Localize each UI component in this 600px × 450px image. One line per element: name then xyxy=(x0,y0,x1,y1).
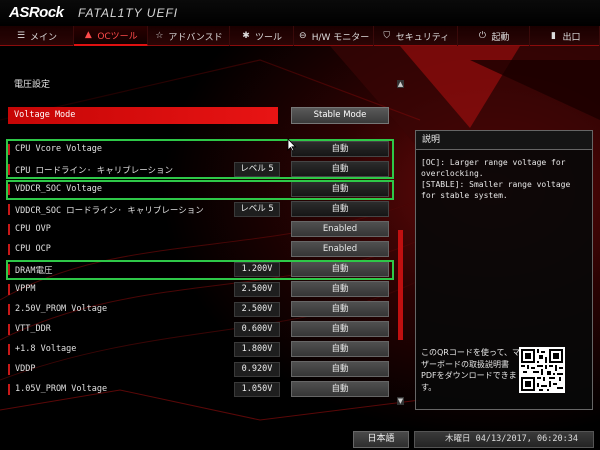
setting-label: VTT_DDR xyxy=(15,324,51,334)
setting-label: VDDCR_SOC ロードライン· キャリブレーション xyxy=(15,206,204,216)
setting-row-1v05-prom[interactable]: 1.05V_PROM Voltage 1.050V 自動 xyxy=(6,380,396,399)
highlight-box-soc xyxy=(6,180,394,200)
setting-control[interactable]: 自動 xyxy=(291,281,389,297)
tab-main[interactable]: ☰ メイン xyxy=(0,26,74,46)
wrench-icon: ✱ xyxy=(242,31,250,41)
setting-row-1v8[interactable]: +1.8 Voltage 1.800V 自動 xyxy=(6,340,396,359)
tab-exit-label: 出口 xyxy=(562,32,581,43)
section-title: 電圧設定 xyxy=(14,80,51,90)
highlight-box-cpu xyxy=(6,139,394,179)
monitor-icon: ⊖ xyxy=(298,31,307,41)
tab-tools[interactable]: ✱ ツール xyxy=(230,26,294,46)
tab-main-label: メイン xyxy=(29,32,57,43)
power-icon: ⏻ xyxy=(478,31,487,41)
asrock-logo: ASRock xyxy=(9,4,64,21)
level-indicator: レベル 5 xyxy=(234,202,280,217)
setting-control[interactable]: Enabled xyxy=(291,221,389,237)
setting-label: 2.50V_PROM Voltage xyxy=(15,304,108,314)
description-text: [OC]: Larger range voltage for overclock… xyxy=(421,158,571,200)
voltage-value[interactable]: 1.050V xyxy=(234,382,280,397)
brand-bar: ASRock FATAL1TY UEFI xyxy=(0,0,600,26)
row-marker xyxy=(8,284,10,295)
setting-control[interactable]: 自動 xyxy=(291,301,389,317)
row-marker xyxy=(8,344,10,355)
tab-hw-monitor[interactable]: ⊖ H/W モニター xyxy=(294,26,374,46)
setting-row-vppm[interactable]: VPPM 2.500V 自動 xyxy=(6,280,396,299)
voltage-settings-panel: 電圧設定 ▲ ▼ Voltage Mode Stable Mode CPU Vc… xyxy=(6,70,406,406)
setting-label: VDDP xyxy=(15,364,36,374)
tab-security[interactable]: ⛉ セキュリティ xyxy=(374,26,458,46)
scroll-up-button[interactable]: ▲ xyxy=(397,80,404,88)
qr-instructions: このQRコードを使って、マザーボードの取扱説明書PDFをダウンロードできます。 xyxy=(421,348,521,392)
setting-control[interactable]: 自動 xyxy=(291,321,389,337)
tab-advanced-label: アドバンスド xyxy=(168,32,223,43)
voltage-value[interactable]: 1.800V xyxy=(234,342,280,357)
setting-control[interactable]: 自動 xyxy=(291,341,389,357)
setting-control[interactable]: 自動 xyxy=(291,201,389,217)
description-panel: 説明 [OC]: Larger range voltage for overcl… xyxy=(415,130,593,410)
setting-row-vtt-ddr[interactable]: VTT_DDR 0.600V 自動 xyxy=(6,320,396,339)
row-marker xyxy=(8,304,10,315)
voltage-mode-label: Voltage Mode xyxy=(14,110,76,120)
row-marker xyxy=(8,224,10,235)
tab-tools-label: ツール xyxy=(254,32,282,43)
row-marker xyxy=(8,384,10,395)
tab-exit[interactable]: ▮ 出口 xyxy=(530,26,600,46)
row-marker xyxy=(8,204,10,215)
setting-row-cpu-ocp[interactable]: CPU OCP Enabled xyxy=(6,240,396,259)
voltage-value[interactable]: 2.500V xyxy=(234,302,280,317)
menu-icon: ☰ xyxy=(16,31,26,41)
star-icon: ☆ xyxy=(155,31,164,41)
voltage-value[interactable]: 0.920V xyxy=(234,362,280,377)
status-bar: 日本語 木曜日 04/13/2017, 06:20:34 xyxy=(0,428,600,450)
setting-control[interactable]: 自動 xyxy=(291,381,389,397)
top-nav: ☰ メイン ▲ OCツール ☆ アドバンスド ✱ ツール ⊖ H/W モニター … xyxy=(0,26,600,46)
highlight-box-dram xyxy=(6,260,394,280)
flame-icon: ▲ xyxy=(84,30,92,40)
setting-label: 1.05V_PROM Voltage xyxy=(15,384,108,394)
voltage-value[interactable]: 0.600V xyxy=(234,322,280,337)
tab-oc-tools-label: OCツール xyxy=(97,31,138,42)
row-marker xyxy=(8,324,10,335)
description-title: 説明 xyxy=(416,131,592,150)
row-marker xyxy=(8,244,10,255)
fatal1ty-uefi-label: FATAL1TY UEFI xyxy=(78,6,179,20)
setting-label: CPU OVP xyxy=(15,224,51,234)
setting-label: VPPM xyxy=(15,284,36,294)
voltage-mode-select[interactable]: Stable Mode xyxy=(291,107,389,124)
voltage-mode-row[interactable]: Voltage Mode Stable Mode xyxy=(6,106,396,125)
setting-row-vddp[interactable]: VDDP 0.920V 自動 xyxy=(6,360,396,379)
tab-security-label: セキュリティ xyxy=(395,32,450,43)
setting-row-cpu-ovp[interactable]: CPU OVP Enabled xyxy=(6,220,396,239)
tab-advanced[interactable]: ☆ アドバンスド xyxy=(148,26,230,46)
mouse-cursor-icon xyxy=(287,138,297,152)
setting-label: CPU OCP xyxy=(15,244,51,254)
setting-control[interactable]: 自動 xyxy=(291,361,389,377)
setting-row-2v5-prom[interactable]: 2.50V_PROM Voltage 2.500V 自動 xyxy=(6,300,396,319)
setting-row-vddcr-soc-llc[interactable]: VDDCR_SOC ロードライン· キャリブレーション レベル 5 自動 xyxy=(6,200,396,219)
tab-hw-monitor-label: H/W モニター xyxy=(311,32,370,43)
qr-code-icon xyxy=(519,347,565,393)
scroll-down-button[interactable]: ▼ xyxy=(397,397,404,405)
shield-icon: ⛉ xyxy=(383,31,391,41)
scrollbar-thumb[interactable] xyxy=(398,230,403,340)
setting-control[interactable]: Enabled xyxy=(291,241,389,257)
voltage-value[interactable]: 2.500V xyxy=(234,282,280,297)
row-marker xyxy=(8,364,10,375)
language-button[interactable]: 日本語 xyxy=(353,431,409,448)
setting-label: +1.8 Voltage xyxy=(15,344,77,354)
tab-oc-tools[interactable]: ▲ OCツール xyxy=(74,26,148,46)
exit-icon: ▮ xyxy=(551,31,556,41)
datetime-display: 木曜日 04/13/2017, 06:20:34 xyxy=(414,431,594,448)
tab-boot-label: 起動 xyxy=(491,32,510,43)
tab-boot[interactable]: ⏻ 起動 xyxy=(458,26,530,46)
